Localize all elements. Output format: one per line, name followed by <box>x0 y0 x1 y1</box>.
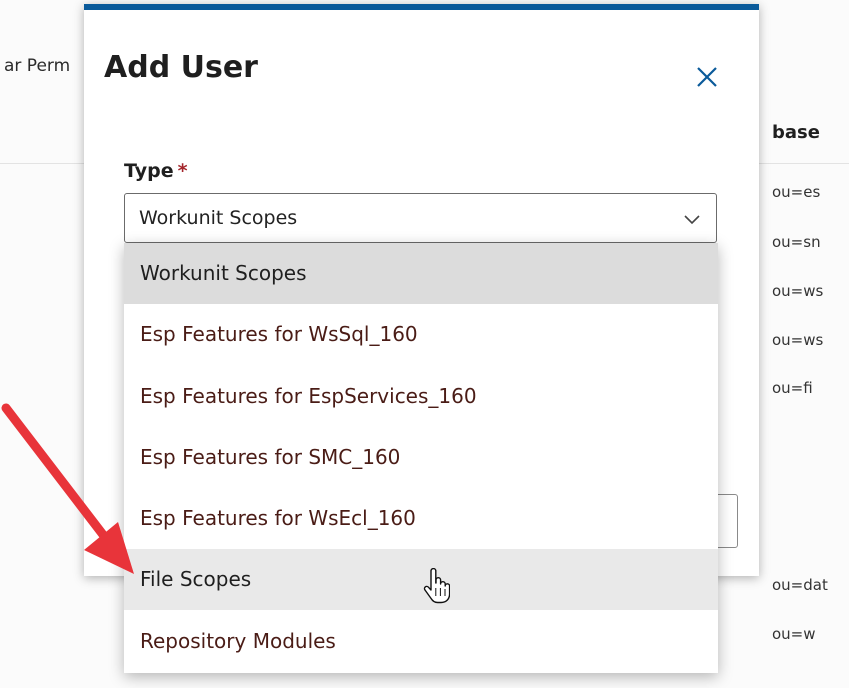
table-cell: ou=dat <box>772 576 828 594</box>
table-cell: ou=w <box>772 625 816 643</box>
dropdown-option-esp-wssql[interactable]: Esp Features for WsSql_160 <box>124 304 718 365</box>
dialog-title: Add User <box>104 50 258 85</box>
dropdown-option-workunit-scopes[interactable]: Workunit Scopes <box>124 243 718 304</box>
chevron-down-icon <box>684 215 700 225</box>
table-cell: ou=sn <box>772 233 821 251</box>
table-column-header: base <box>772 122 820 143</box>
dropdown-option-file-scopes[interactable]: File Scopes <box>124 549 718 610</box>
dropdown-option-repository-modules[interactable]: Repository Modules <box>124 611 718 672</box>
type-select-value: Workunit Scopes <box>139 207 298 229</box>
close-icon <box>697 67 717 87</box>
background-tab-label: ar Perm <box>4 56 71 76</box>
table-cell: ou=es <box>772 183 821 201</box>
type-field-label: Type * <box>124 160 188 182</box>
required-marker: * <box>177 160 188 182</box>
type-dropdown-list: Workunit Scopes Esp Features for WsSql_1… <box>124 243 718 673</box>
dropdown-option-esp-espservices[interactable]: Esp Features for EspServices_160 <box>124 366 718 427</box>
type-label-text: Type <box>124 160 174 182</box>
close-button[interactable] <box>692 62 722 92</box>
dropdown-option-esp-wsecl[interactable]: Esp Features for WsEcl_160 <box>124 488 718 549</box>
type-select[interactable]: Workunit Scopes <box>124 193 717 243</box>
table-cell: ou=ws <box>772 282 824 300</box>
table-cell: ou=ws <box>772 331 824 349</box>
dropdown-option-esp-smc[interactable]: Esp Features for SMC_160 <box>124 427 718 488</box>
table-cell: ou=fi <box>772 379 813 397</box>
